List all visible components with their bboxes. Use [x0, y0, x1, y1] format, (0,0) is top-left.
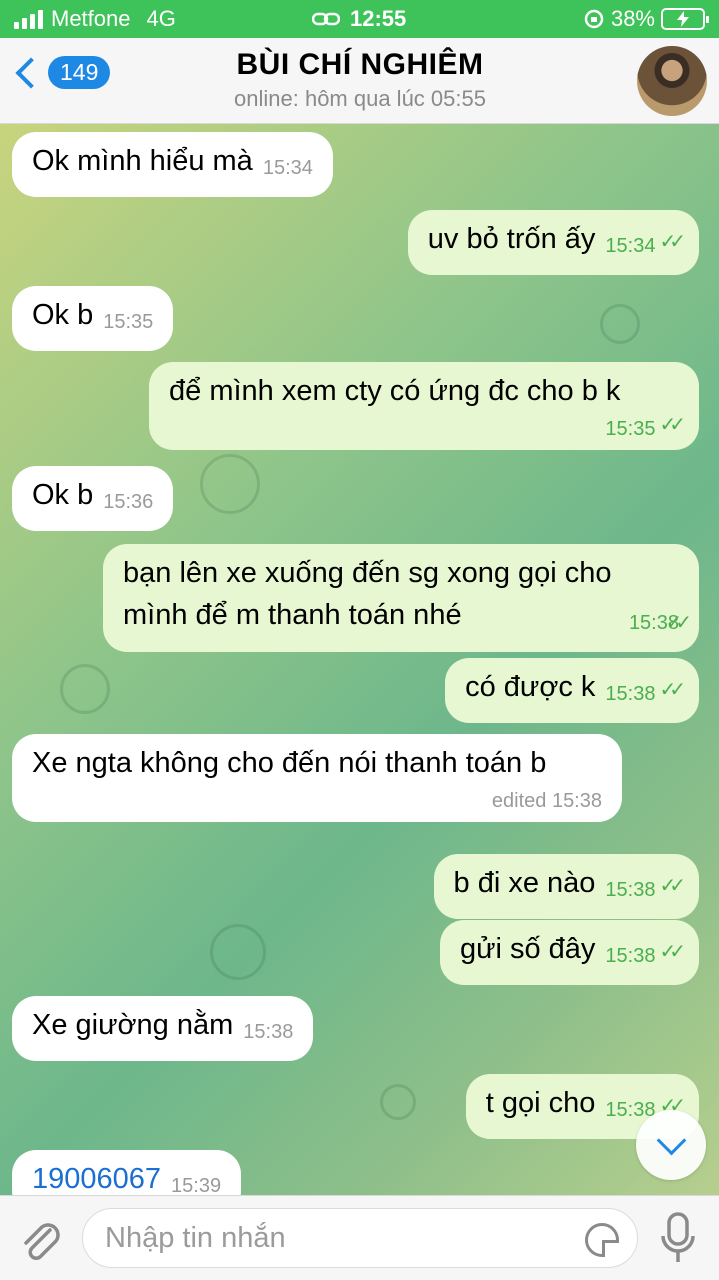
paperclip-icon[interactable]: [16, 1216, 64, 1264]
message-time: 15:34: [605, 235, 656, 257]
last-seen-status: online: hôm qua lúc 05:55: [234, 86, 486, 111]
phone-link[interactable]: 19006067: [32, 1163, 161, 1195]
chevron-left-icon: [15, 56, 47, 89]
message-text: b đi xe nào: [453, 867, 596, 899]
rotation-lock-icon: [584, 9, 604, 29]
wallpaper-doodle: [380, 1084, 416, 1120]
chat-header: 149 BÙI CHÍ NGHIÊM online: hôm qua lúc 0…: [0, 38, 719, 124]
message-text: t gọi cho: [485, 1087, 596, 1119]
double-check-icon: ✓✓: [665, 612, 691, 634]
message-time: 15:39: [171, 1175, 222, 1195]
signal-icon: [14, 9, 43, 29]
wallpaper-doodle: [200, 454, 260, 514]
outgoing-message[interactable]: uv bỏ trốn ấy 15:34 ✓✓: [407, 210, 699, 275]
back-button[interactable]: 149: [12, 56, 111, 89]
message-text: gửi số đây: [459, 933, 596, 965]
message-text: Ok b: [32, 299, 94, 331]
double-check-icon: ✓✓: [659, 414, 685, 436]
message-time: 15:38: [605, 683, 656, 705]
sticker-icon[interactable]: [585, 1223, 619, 1257]
message-text: uv bỏ trốn ấy: [427, 223, 596, 255]
message-text: Xe giường nằm: [32, 1009, 234, 1041]
composer-bar: Nhập tin nhắn: [0, 1195, 719, 1280]
double-check-icon: ✓✓: [659, 941, 685, 963]
message-input[interactable]: Nhập tin nhắn: [82, 1208, 638, 1268]
incoming-message[interactable]: Ok b 15:36: [12, 466, 174, 531]
unread-count-badge: 149: [48, 56, 111, 89]
wallpaper-doodle: [210, 924, 266, 980]
message-time: 15:34: [262, 157, 313, 179]
message-text: bạn lên xe xuống đến sg xong gọi cho mìn…: [123, 557, 612, 631]
message-time: 15:38: [605, 945, 656, 967]
incoming-message[interactable]: Xe giường nằm 15:38: [12, 996, 314, 1061]
outgoing-message[interactable]: bạn lên xe xuống đến sg xong gọi cho mìn…: [103, 544, 699, 652]
incoming-message[interactable]: 19006067 15:39: [12, 1150, 242, 1195]
outgoing-message[interactable]: b đi xe nào 15:38 ✓✓: [433, 854, 699, 919]
microphone-icon[interactable]: [660, 1210, 696, 1266]
network-type: 4G: [146, 6, 176, 31]
wallpaper-doodle: [60, 664, 110, 714]
status-bar: Metfone 4G 12:55 38%: [0, 0, 719, 38]
contact-name: BÙI CHÍ NGHIÊM: [236, 48, 484, 81]
wallpaper-doodle: [600, 304, 640, 344]
message-time: edited 15:38: [491, 790, 602, 812]
carrier-name: Metfone: [51, 6, 131, 31]
message-time: 15:35: [605, 418, 656, 440]
outgoing-message[interactable]: có được k 15:38 ✓✓: [445, 658, 699, 723]
double-check-icon: ✓✓: [659, 875, 685, 897]
message-time: 15:38: [243, 1021, 294, 1043]
message-text: Xe ngta không cho đến nói thanh toán b: [32, 747, 547, 779]
battery-icon: [661, 8, 709, 30]
message-time: 15:38: [605, 879, 656, 901]
outgoing-message[interactable]: để mình xem cty có ứng đc cho b k 15:35 ✓…: [149, 362, 699, 450]
chat-title-area[interactable]: BÙI CHÍ NGHIÊM online: hôm qua lúc 05:55: [160, 48, 560, 112]
message-list[interactable]: Ok mình hiểu mà 15:34 uv bỏ trốn ấy 15:34 ✓…: [0, 124, 719, 1195]
message-time: 15:35: [103, 311, 154, 333]
avatar[interactable]: [637, 46, 707, 116]
message-text: Ok b: [32, 479, 94, 511]
message-input-placeholder: Nhập tin nhắn: [105, 1221, 286, 1254]
outgoing-message[interactable]: gửi số đây 15:38 ✓✓: [439, 920, 699, 985]
scroll-to-bottom-button[interactable]: [636, 1110, 706, 1180]
message-text: để mình xem cty có ứng đc cho b k: [169, 375, 621, 407]
double-check-icon: ✓✓: [659, 231, 685, 253]
incoming-message[interactable]: Ok mình hiểu mà 15:34: [12, 132, 333, 197]
message-time: 15:36: [103, 491, 154, 513]
incoming-message[interactable]: Ok b 15:35: [12, 286, 174, 351]
message-text: có được k: [465, 671, 596, 703]
clock: 12:55: [350, 6, 407, 31]
link-icon: [312, 12, 340, 26]
incoming-message[interactable]: Xe ngta không cho đến nói thanh toán b e…: [12, 734, 622, 822]
message-text: Ok mình hiểu mà: [32, 145, 253, 177]
battery-percent: 38%: [610, 6, 655, 31]
double-check-icon: ✓✓: [659, 679, 685, 701]
